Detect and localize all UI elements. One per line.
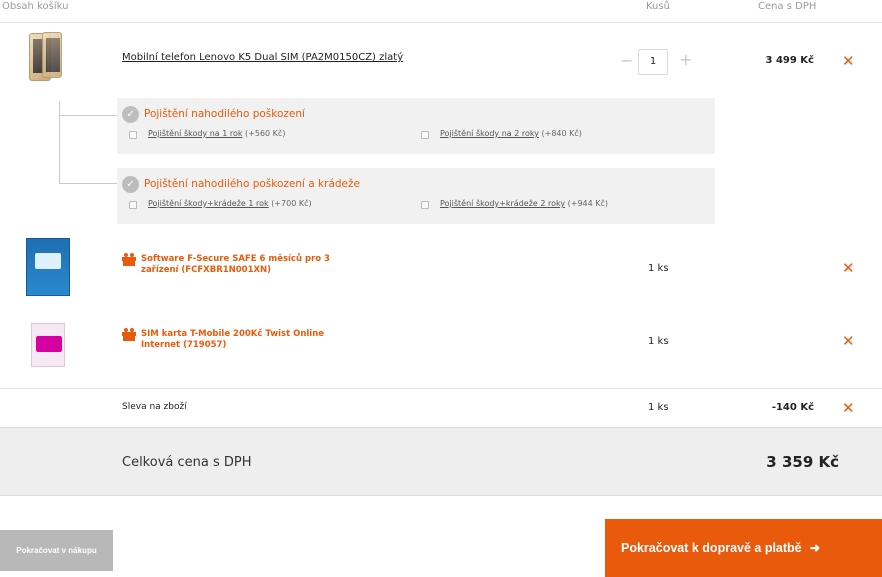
insurance-option[interactable]: Pojištění škody+krádeže 2 roky (+944 Kč) — [440, 199, 608, 208]
total-label: Celková cena s DPH — [122, 455, 252, 470]
discount-label: Sleva na zboží — [122, 402, 187, 412]
product-image-sim[interactable] — [30, 321, 66, 369]
insurance-option[interactable]: Pojištění škody na 2 roky (+840 Kč) — [440, 129, 582, 138]
insurance-option[interactable]: Pojištění škody+krádeže 1 rok (+700 Kč) — [148, 199, 312, 208]
gift-item-title[interactable]: Software F-Secure SAFE 6 měsíců pro 3 zař… — [141, 254, 330, 276]
item-qty: 1 ks — [648, 263, 669, 274]
total-value: 3 359 Kč — [766, 453, 839, 471]
tree-line-branch — [59, 183, 119, 184]
cart-header: Obsah košíku Kusů Cena s DPH — [0, 0, 882, 23]
insurance-checkbox[interactable] — [421, 201, 429, 209]
tree-line-branch — [59, 115, 119, 116]
tree-line-vertical — [59, 101, 60, 183]
gift-icon — [122, 253, 136, 266]
column-header-qty: Kusů — [646, 1, 670, 12]
insurance-checkbox[interactable] — [129, 201, 137, 209]
insurance-title: Pojištění nahodilého poškození — [144, 108, 305, 120]
column-header-contents: Obsah košíku — [2, 1, 69, 12]
remove-item-phone-icon[interactable]: ✕ — [842, 54, 855, 69]
column-header-price: Cena s DPH — [758, 1, 817, 12]
total-bar: Celková cena s DPH 3 359 Kč — [0, 427, 882, 496]
insurance-panel: ✓ Pojištění nahodilého poškození Pojiště… — [117, 98, 715, 154]
product-image-fsecure[interactable] — [25, 237, 71, 297]
qty-increase-button[interactable]: + — [679, 52, 692, 68]
product-image-phone[interactable] — [26, 30, 62, 84]
remove-item-fsecure-icon[interactable]: ✕ — [842, 261, 855, 276]
insurance-theft-panel: ✓ Pojištění nahodilého poškození a kráde… — [117, 168, 715, 224]
remove-discount-icon[interactable]: ✕ — [842, 401, 855, 416]
discount-qty: 1 ks — [648, 402, 669, 413]
insurance-checkbox[interactable] — [129, 131, 137, 139]
shield-check-icon: ✓ — [122, 106, 139, 123]
insurance-title: Pojištění nahodilého poškození a krádeže — [144, 178, 360, 190]
arrow-right-icon: ➜ — [809, 541, 821, 555]
item-qty: 1 ks — [648, 336, 669, 347]
gift-icon — [122, 328, 136, 341]
insurance-option[interactable]: Pojištění škody na 1 rok (+560 Kč) — [148, 129, 285, 138]
insurance-checkbox[interactable] — [421, 131, 429, 139]
continue-shopping-button[interactable]: Pokračovat v nákupu — [0, 530, 113, 571]
remove-item-sim-icon[interactable]: ✕ — [842, 334, 855, 349]
shield-check-icon: ✓ — [122, 176, 139, 193]
product-link-phone[interactable]: Mobilní telefon Lenovo K5 Dual SIM (PA2M… — [122, 52, 403, 63]
divider — [0, 388, 882, 389]
gift-item-title[interactable]: SIM karta T-Mobile 200Kč Twist Online Int… — [141, 329, 324, 351]
continue-checkout-button[interactable]: Pokračovat k dopravě a platbě ➜ — [605, 519, 882, 577]
qty-input[interactable]: 1 — [638, 49, 668, 75]
continue-checkout-label: Pokračovat k dopravě a platbě — [621, 541, 802, 555]
discount-price: -140 Kč — [771, 402, 814, 413]
qty-decrease-button[interactable]: − — [620, 53, 633, 69]
item-price-phone: 3 499 Kč — [765, 55, 814, 66]
